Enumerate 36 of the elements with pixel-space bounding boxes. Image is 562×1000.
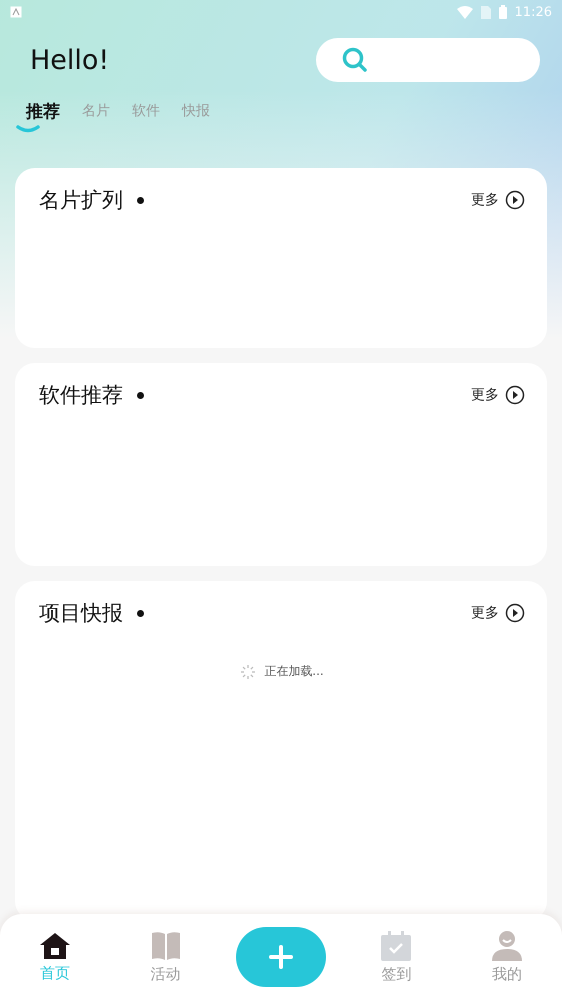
section-title: 名片扩列 [39, 187, 123, 214]
home-icon [39, 932, 72, 960]
wifi-icon [456, 6, 473, 18]
category-tab[interactable]: 名片 [82, 102, 110, 130]
nav-tab[interactable]: 首页 [15, 932, 96, 982]
play-circle-icon [505, 603, 525, 623]
nav-tab[interactable]: 我的 [466, 930, 547, 984]
category-tab[interactable]: 快报 [182, 102, 210, 130]
section-title: 软件推荐 [39, 382, 123, 409]
greeting: Hello! [30, 44, 110, 76]
book-icon [150, 930, 182, 960]
play-circle-icon [505, 385, 525, 405]
no-sim-icon [480, 6, 491, 18]
spinner-icon [240, 664, 256, 680]
nav-tab[interactable]: 活动 [126, 930, 206, 984]
category-tab[interactable]: 软件 [132, 102, 160, 130]
category-tab[interactable]: 推荐 [26, 100, 60, 133]
tab-indicator [16, 125, 40, 133]
search-icon [342, 47, 368, 73]
title-dot [137, 610, 144, 616]
status-time: 11:26 [514, 4, 552, 20]
title-dot [137, 196, 144, 204]
title-dot [137, 392, 144, 398]
loading-text: 正在加载... [264, 663, 324, 680]
notification-icon [10, 6, 22, 18]
more-link[interactable]: 更多 [471, 603, 525, 623]
more-link[interactable]: 更多 [471, 385, 525, 405]
section-title: 项目快报 [39, 600, 123, 627]
calendar-check-icon [380, 930, 412, 960]
plus-icon [268, 945, 293, 969]
nav-tab[interactable]: 签到 [356, 930, 436, 984]
search-field[interactable] [316, 38, 540, 82]
more-link[interactable]: 更多 [471, 190, 525, 210]
play-circle-icon [505, 190, 525, 210]
battery-icon [498, 5, 507, 19]
person-icon [490, 930, 523, 960]
